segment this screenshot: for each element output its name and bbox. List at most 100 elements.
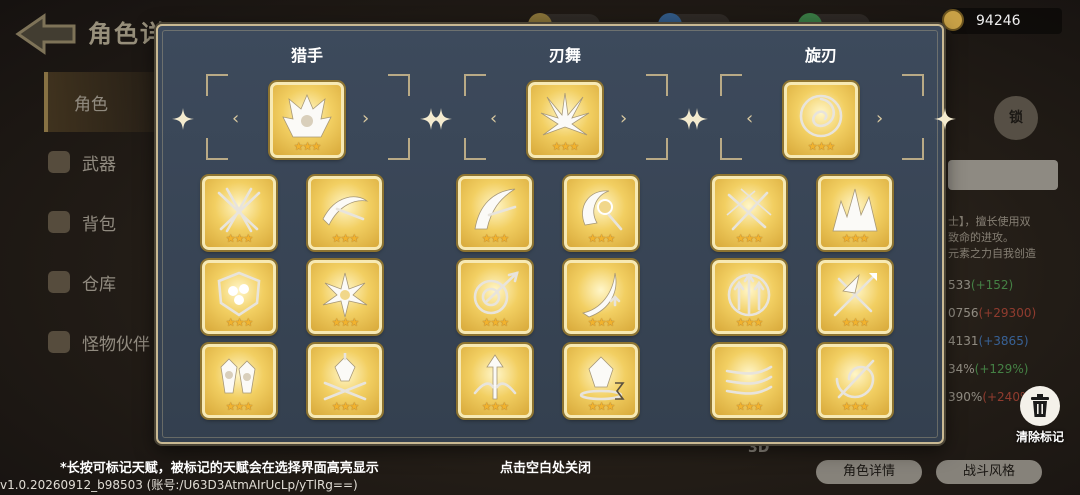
sidebar-item-label: 仓库 xyxy=(82,274,116,295)
star-rating: ★★★ xyxy=(331,316,360,329)
star-rating: ★★★ xyxy=(841,316,870,329)
sidebar-item-label: 背包 xyxy=(82,214,116,235)
sidebar-item-storage[interactable]: 仓库 xyxy=(0,252,160,312)
trident-arrows-icon xyxy=(727,272,771,317)
star-rating: ★★★ xyxy=(807,140,836,153)
ornament-corner xyxy=(720,138,742,160)
sidebar-item-monster-partner[interactable]: 怪物伙伴 xyxy=(0,312,160,372)
talent-tile[interactable]: ★★★ xyxy=(458,260,532,334)
back-arrow-icon[interactable] xyxy=(14,12,78,56)
trash-icon xyxy=(1020,386,1060,426)
blade-burst-icon xyxy=(540,92,590,136)
talent-tile[interactable]: ★★★ xyxy=(818,260,892,334)
talent-tile[interactable]: ★★★ xyxy=(712,344,786,418)
sparkle-icon xyxy=(172,108,194,130)
talent-tile[interactable]: ★★★ xyxy=(308,260,382,334)
talent-tile[interactable]: ★★★ xyxy=(458,176,532,250)
long-press-hint: *长按可标记天赋，被标记的天赋会在选择界面高亮显示 xyxy=(60,461,379,476)
ornament-corner xyxy=(206,138,228,160)
chevron-left-icon: ‹ xyxy=(232,108,240,129)
claw-slashes-icon xyxy=(725,365,773,395)
ornament-corner xyxy=(902,138,924,160)
ornament-corner xyxy=(646,74,668,96)
stat-bonus: (+3865) xyxy=(978,334,1029,348)
star-rating: ★★★ xyxy=(481,400,510,413)
talent-main-tile[interactable]: ★★★ xyxy=(784,82,858,158)
sidebar-item-weapon[interactable]: 武器 xyxy=(0,132,160,192)
sidebar: 角色 武器 背包 仓库 怪物伙伴 xyxy=(0,72,194,372)
star-rating: ★★★ xyxy=(331,232,360,245)
talent-modal: 猎手 ‹ › ★★★ ★★★ ★★★ ★★★ ★★★ ★★★ ★★★ 刃舞 ‹ › ★★★ ★★★ ★★★ ★★… xyxy=(156,24,956,444)
lock-button[interactable]: 锁 xyxy=(994,96,1038,140)
star-rating: ★★★ xyxy=(481,232,510,245)
shield-orbs-icon xyxy=(217,271,261,317)
star-rating: ★★★ xyxy=(225,400,254,413)
talent-tile[interactable]: ★★★ xyxy=(818,344,892,418)
star-rating: ★★★ xyxy=(481,316,510,329)
crystal-crown-icon xyxy=(282,93,332,138)
ornament-corner xyxy=(902,74,924,96)
slash-wave-icon xyxy=(322,196,369,226)
talent-tile[interactable]: ★★★ xyxy=(458,344,532,418)
stat-row: 0756(+29300) xyxy=(948,306,1068,320)
sidebar-item-label: 怪物伙伴 xyxy=(82,334,150,355)
stat-base: 0756 xyxy=(948,306,979,320)
talent-tile[interactable]: ★★★ xyxy=(564,260,638,334)
arrow-blades-icon xyxy=(473,354,517,400)
talent-tile[interactable]: ★★★ xyxy=(564,176,638,250)
stat-bonus: (+152) xyxy=(970,278,1014,292)
rising-blade-icon xyxy=(581,272,621,318)
version-label: v1.0.20260912_b98503 (账号:/U63D3AtmAIrUcL… xyxy=(0,478,358,492)
star-rating: ★★★ xyxy=(587,232,616,245)
talent-tile[interactable]: ★★★ xyxy=(202,260,276,334)
talent-tile[interactable]: ★★★ xyxy=(308,344,382,418)
gold-value: 94246 xyxy=(976,13,1021,29)
ornament-corner xyxy=(388,74,410,96)
talent-tile[interactable]: ★★★ xyxy=(818,176,892,250)
close-hint[interactable]: 点击空白处关闭 xyxy=(500,457,591,476)
chest-icon xyxy=(48,271,70,293)
talent-tile[interactable]: ★★★ xyxy=(712,176,786,250)
chevron-right-icon: › xyxy=(362,108,370,129)
twin-crest-icon xyxy=(220,358,256,394)
star-rating: ★★★ xyxy=(331,400,360,413)
stat-base: 390% xyxy=(948,390,983,404)
talent-tile[interactable]: ★★★ xyxy=(202,344,276,418)
sidebar-item-label: 武器 xyxy=(82,154,116,175)
talent-main-tile[interactable]: ★★★ xyxy=(528,82,602,158)
talent-tile[interactable]: ★★★ xyxy=(564,344,638,418)
sidebar-item-bag[interactable]: 背包 xyxy=(0,192,160,252)
star-rating: ★★★ xyxy=(225,232,254,245)
star-rating: ★★★ xyxy=(551,140,580,153)
bag-icon xyxy=(48,211,70,233)
character-detail-button[interactable]: 角色详情 xyxy=(816,460,922,484)
star-rating: ★★★ xyxy=(587,316,616,329)
talent-tile[interactable]: ★★★ xyxy=(712,260,786,334)
sidebar-item-label: 角色 xyxy=(74,94,108,115)
battle-style-button[interactable]: 战斗风格 xyxy=(936,460,1042,484)
chevron-right-icon: › xyxy=(876,108,884,129)
star-rating: ★★★ xyxy=(293,140,322,153)
ornament-corner xyxy=(464,138,486,160)
star-rating: ★★★ xyxy=(735,232,764,245)
talent-tile[interactable]: ★★★ xyxy=(308,176,382,250)
chevron-left-icon: ‹ xyxy=(746,108,754,129)
ornament-corner xyxy=(206,74,228,96)
stat-base: 4131 xyxy=(948,334,979,348)
curved-blades-icon xyxy=(474,188,517,230)
crossed-swords-icon xyxy=(217,187,261,233)
clear-marks-button[interactable]: 清除标记 xyxy=(1014,386,1066,445)
crest-swords-icon xyxy=(323,353,367,401)
star-rating: ★★★ xyxy=(587,400,616,413)
cross-daggers-icon xyxy=(726,188,772,231)
description-line: 元素之力自我创造 xyxy=(948,247,1036,260)
burst-flower-icon xyxy=(322,272,368,318)
ice-shards-icon xyxy=(832,188,878,232)
sparkle-icon xyxy=(686,108,708,130)
description-line: 士】，擅长使用双 xyxy=(948,215,1031,228)
talent-main-tile[interactable]: ★★★ xyxy=(270,82,344,158)
ornament-corner xyxy=(720,74,742,96)
spiral-blade-icon xyxy=(473,271,519,315)
talent-tile[interactable]: ★★★ xyxy=(202,176,276,250)
chevron-left-icon: ‹ xyxy=(490,108,498,129)
